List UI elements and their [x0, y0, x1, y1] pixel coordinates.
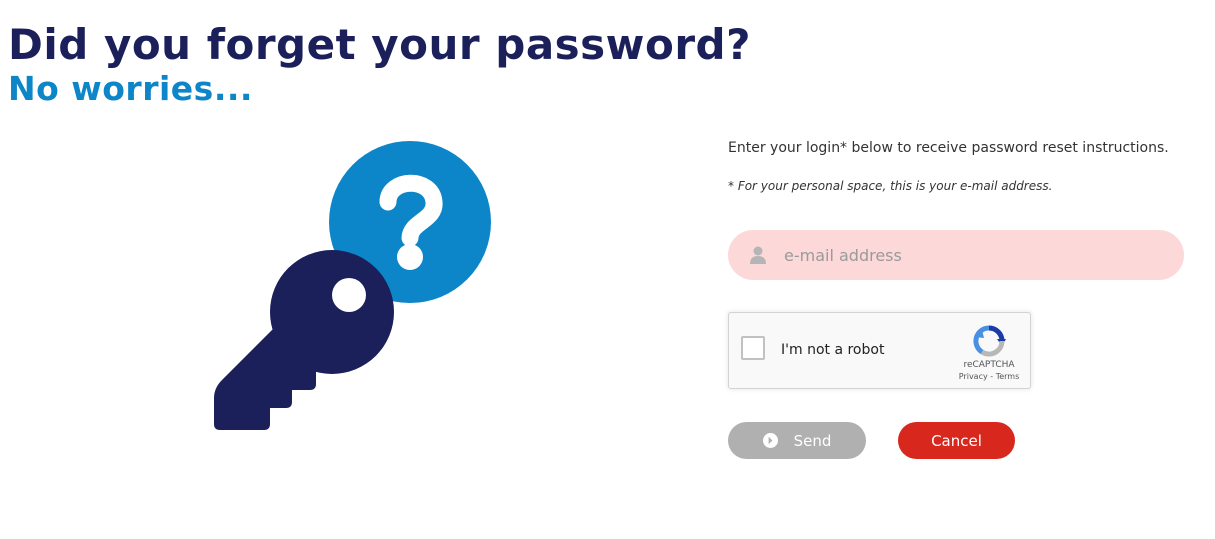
user-icon	[750, 246, 766, 264]
key-icon	[214, 250, 394, 430]
arrow-circle-right-icon	[762, 433, 778, 448]
key-question-illustration	[214, 141, 491, 430]
cancel-button[interactable]: Cancel	[898, 422, 1015, 459]
recaptcha-privacy-terms-links[interactable]: Privacy - Terms	[949, 372, 1029, 381]
email-input[interactable]	[784, 230, 1164, 280]
instructions-text: Enter your login* below to receive passw…	[728, 140, 1169, 156]
recaptcha-widget: I'm not a robot reCAPTCHA Privacy - Term…	[728, 312, 1031, 389]
recaptcha-brand: reCAPTCHA	[963, 360, 1015, 370]
page-title: Did you forget your password?	[8, 20, 751, 69]
login-note: * For your personal space, this is your …	[728, 179, 1053, 193]
send-button[interactable]: Send	[728, 422, 866, 459]
cancel-button-label: Cancel	[931, 431, 982, 450]
send-button-label: Send	[793, 431, 832, 450]
recaptcha-checkbox[interactable]	[741, 336, 765, 360]
recaptcha-logo-icon	[973, 325, 1006, 357]
page-subtitle: No worries...	[8, 69, 253, 108]
recaptcha-label: I'm not a robot	[781, 342, 885, 358]
email-field-wrapper	[728, 230, 1184, 280]
